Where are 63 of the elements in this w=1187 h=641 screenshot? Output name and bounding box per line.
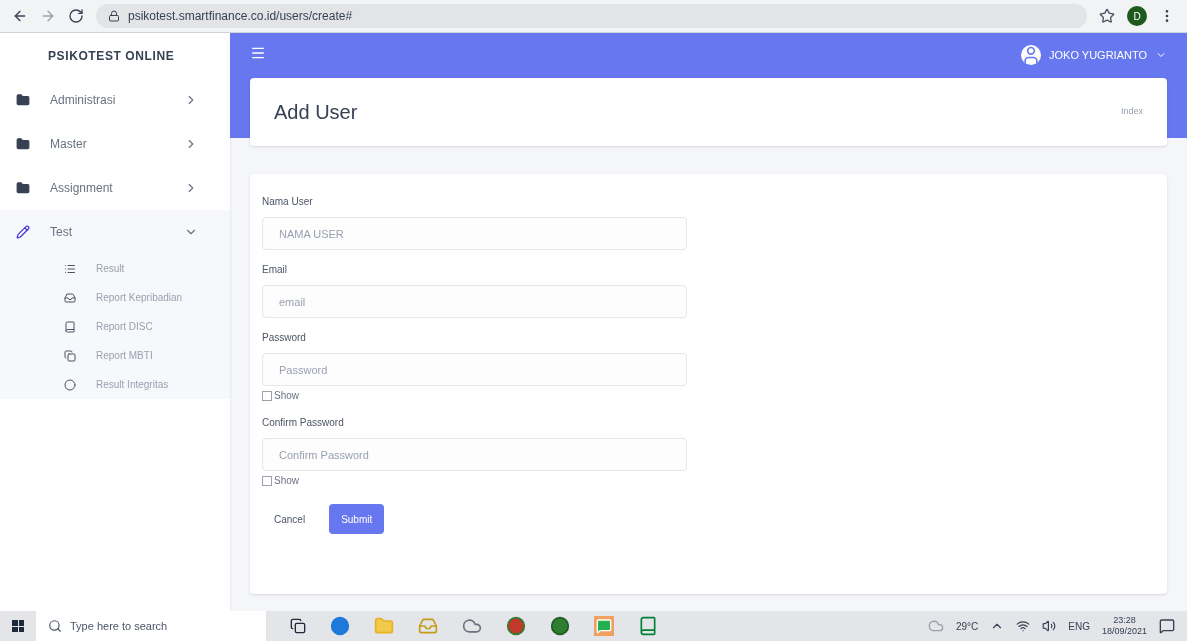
sidebar-item[interactable]: Master [0, 122, 230, 166]
weather-icon [927, 618, 944, 634]
menu-icon[interactable] [250, 45, 266, 61]
avatar-icon [1021, 45, 1041, 65]
input-field[interactable]: NAMA USER [262, 217, 687, 250]
submenu-item[interactable]: Result [0, 254, 230, 283]
input-field[interactable]: Confirm Password [262, 438, 687, 471]
sidebar-item[interactable]: Administrasi [0, 78, 230, 122]
input-field[interactable]: email [262, 285, 687, 318]
clock-date[interactable]: 18/09/2021 [1101, 626, 1147, 638]
app-icon[interactable] [550, 616, 570, 636]
windows-icon[interactable] [12, 620, 24, 632]
search-icon [48, 619, 62, 633]
wifi-icon[interactable] [1016, 619, 1031, 633]
sidebar-item[interactable]: Test [0, 210, 230, 254]
reload-icon[interactable] [68, 8, 84, 24]
show-label: Show [274, 474, 299, 488]
checkbox[interactable] [262, 390, 272, 401]
copy-icon [64, 349, 76, 362]
show-label: Show [274, 389, 299, 403]
app-icon[interactable] [506, 616, 526, 636]
submenu-item[interactable]: Report DISC [0, 312, 230, 341]
lock-icon [108, 10, 120, 22]
app-icon[interactable] [462, 616, 482, 636]
speaker-icon[interactable] [1042, 619, 1057, 633]
app-icon[interactable] [638, 616, 658, 636]
star-icon[interactable] [1099, 8, 1115, 24]
submit-button[interactable]: Submit [329, 504, 385, 534]
field-label: Password [262, 331, 307, 345]
field-label: Nama User [262, 195, 314, 209]
folder-icon [16, 137, 30, 151]
profile-avatar[interactable]: D [1127, 6, 1147, 26]
inbox-icon [64, 291, 76, 304]
folder-icon [16, 181, 30, 195]
book-icon [64, 320, 76, 333]
breadcrumb[interactable]: Index [1120, 105, 1143, 119]
sidebar-item[interactable]: Assignment [0, 166, 230, 210]
language-text[interactable]: ENG [1068, 618, 1090, 634]
circle-icon [64, 378, 76, 391]
taskbar-search-field[interactable]: Type here to search [36, 611, 266, 641]
folder-icon [16, 93, 30, 107]
address-bar[interactable]: psikotest.smartfinance.co.id/users/create# [96, 4, 1087, 28]
field-label: Email [262, 263, 288, 277]
list-icon [64, 262, 76, 275]
temperature-text: 29°C [955, 619, 979, 634]
app-icon[interactable] [330, 616, 350, 636]
cancel-button[interactable]: Cancel [262, 505, 318, 533]
submenu-item[interactable]: Report Kepribadian [0, 283, 230, 312]
user-menu[interactable]: JOKO YUGRIANTO [1021, 45, 1167, 65]
page-title: Add User [274, 100, 358, 125]
input-field[interactable]: Password [262, 353, 687, 386]
pencil-icon [16, 225, 30, 239]
task-view-icon[interactable] [290, 618, 306, 634]
brand-title: PSIKOTEST ONLINE [47, 47, 176, 65]
notification-icon[interactable] [1159, 618, 1175, 634]
back-icon[interactable] [12, 8, 28, 24]
url-text: psikotest.smartfinance.co.id/users/create# [128, 8, 353, 25]
chat-app-icon[interactable] [594, 616, 614, 636]
clock-time[interactable]: 23:28 [1113, 614, 1136, 626]
field-label: Confirm Password [262, 416, 345, 430]
submenu-item[interactable]: Report MBTI [0, 341, 230, 370]
submenu-item[interactable]: Result Integritas [0, 370, 230, 399]
checkbox[interactable] [262, 475, 272, 486]
